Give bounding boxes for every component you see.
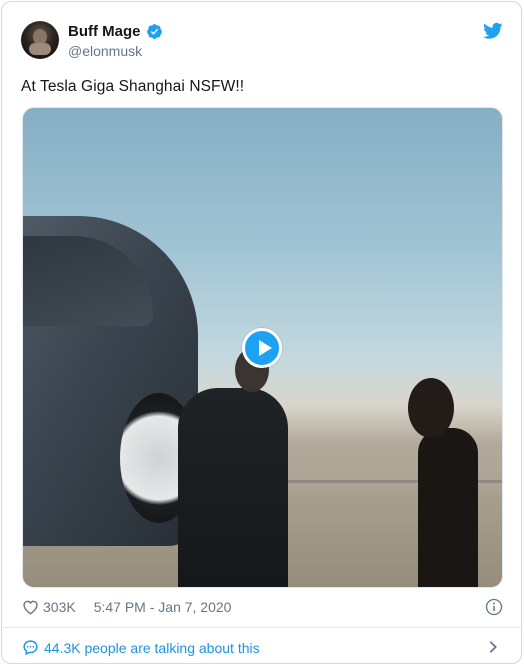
tweet-timestamp[interactable]: 5:47 PM - Jan 7, 2020 xyxy=(94,599,232,615)
avatar-hands xyxy=(29,43,51,55)
tweet-text: At Tesla Giga Shanghai NSFW!! xyxy=(21,78,245,95)
video-woman-head xyxy=(408,378,454,438)
twitter-bird-icon[interactable] xyxy=(483,22,503,40)
heart-icon[interactable] xyxy=(22,599,39,615)
like-count[interactable]: 303K xyxy=(43,599,76,615)
author-name-row[interactable]: Buff Mage xyxy=(68,23,163,40)
tweet-video[interactable] xyxy=(22,107,503,588)
play-icon[interactable] xyxy=(242,328,282,368)
avatar[interactable] xyxy=(21,21,59,59)
footer-divider xyxy=(3,627,523,628)
speech-bubble-icon xyxy=(23,640,38,656)
chevron-right-icon[interactable] xyxy=(488,640,498,654)
author-display-name[interactable]: Buff Mage xyxy=(68,23,141,40)
author-handle[interactable]: @elonmusk xyxy=(68,43,142,59)
info-icon[interactable] xyxy=(485,598,503,616)
conversation-label[interactable]: 44.3K people are talking about this xyxy=(44,640,260,656)
conversation-link[interactable]: 44.3K people are talking about this xyxy=(22,639,260,656)
tweet-card: Buff Mage @elonmusk At Tesla Giga Shangh… xyxy=(1,1,523,664)
video-woman xyxy=(418,428,478,587)
tweet-meta-row: 303K 5:47 PM - Jan 7, 2020 xyxy=(22,599,231,615)
video-man xyxy=(178,388,288,587)
verified-badge-icon xyxy=(146,24,162,39)
